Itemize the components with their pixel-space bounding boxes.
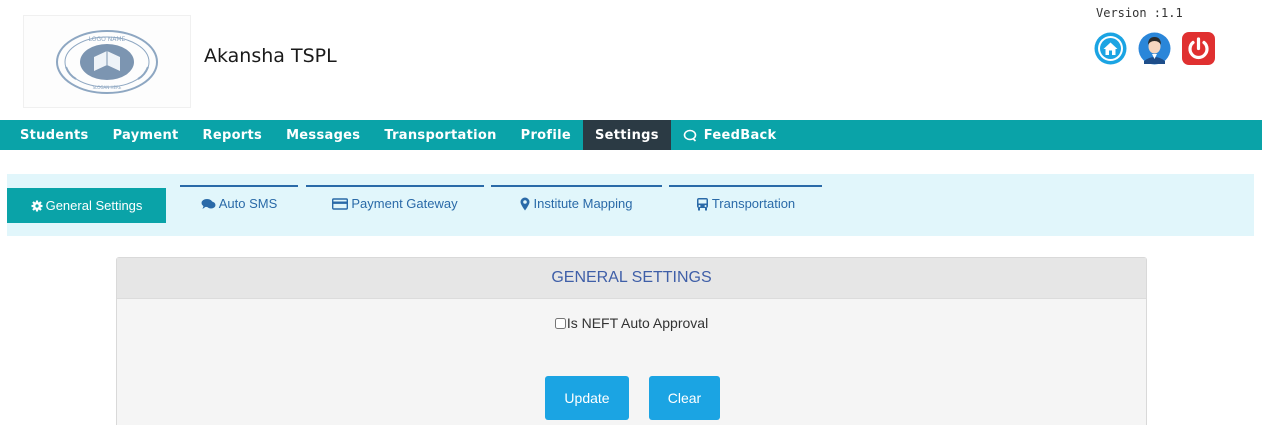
- general-settings-panel: GENERAL SETTINGS Is NEFT Auto Approval U…: [116, 257, 1147, 425]
- nav-transportation[interactable]: Transportation: [372, 120, 508, 150]
- nav-reports[interactable]: Reports: [191, 120, 275, 150]
- nav-feedback-label: FeedBack: [703, 127, 777, 143]
- tab-transportation[interactable]: Transportation: [669, 185, 822, 220]
- home-icon[interactable]: [1093, 31, 1128, 66]
- version-label: Version :1.1: [1096, 6, 1183, 20]
- chat-icon: [683, 129, 697, 142]
- logo-name-text: LOGO NAME: [89, 36, 126, 43]
- gear-icon: [31, 200, 43, 212]
- user-icon[interactable]: [1137, 31, 1172, 66]
- neft-auto-approval-checkbox[interactable]: [554, 317, 566, 329]
- logo: LOGO NAME SLOGAN HERE: [23, 15, 191, 108]
- credit-card-icon: [332, 197, 349, 210]
- main-nav: Students Payment Reports Messages Transp…: [0, 120, 1262, 150]
- tab-transportation-label: Transportation: [711, 196, 796, 211]
- header-icon-group: [1093, 31, 1216, 66]
- tab-payment-gateway-label: Payment Gateway: [351, 196, 458, 211]
- nav-payment[interactable]: Payment: [101, 120, 191, 150]
- tab-institute-mapping[interactable]: Institute Mapping: [491, 185, 662, 220]
- map-marker-icon: [520, 197, 530, 211]
- settings-tab-bar: General Settings Auto SMS Payment Gatewa…: [7, 174, 1254, 236]
- nav-students[interactable]: Students: [8, 120, 101, 150]
- tab-auto-sms-label: Auto SMS: [218, 196, 278, 211]
- logo-tagline-text: SLOGAN HERE: [93, 85, 122, 90]
- update-button[interactable]: Update: [545, 376, 629, 420]
- brand-name: Akansha TSPL: [204, 45, 337, 67]
- tab-auto-sms[interactable]: Auto SMS: [180, 185, 298, 220]
- comments-icon: [201, 198, 216, 210]
- tab-general-settings-label: General Settings: [45, 198, 143, 213]
- panel-title: GENERAL SETTINGS: [117, 258, 1146, 299]
- panel-actions: Update Clear: [545, 376, 720, 420]
- nav-messages[interactable]: Messages: [274, 120, 372, 150]
- nav-feedback[interactable]: FeedBack: [671, 120, 789, 150]
- tab-general-settings[interactable]: General Settings: [7, 188, 166, 223]
- logo-emblem-icon: LOGO NAME SLOGAN HERE: [56, 29, 158, 94]
- tab-payment-gateway[interactable]: Payment Gateway: [306, 185, 484, 220]
- nav-profile[interactable]: Profile: [509, 120, 583, 150]
- tab-institute-mapping-label: Institute Mapping: [533, 196, 633, 211]
- bus-icon: [696, 197, 709, 211]
- neft-auto-approval-label: Is NEFT Auto Approval: [566, 315, 709, 331]
- power-icon[interactable]: [1181, 31, 1216, 66]
- clear-button[interactable]: Clear: [649, 376, 720, 420]
- nav-settings[interactable]: Settings: [583, 120, 671, 150]
- neft-auto-approval-row: Is NEFT Auto Approval: [117, 315, 1146, 331]
